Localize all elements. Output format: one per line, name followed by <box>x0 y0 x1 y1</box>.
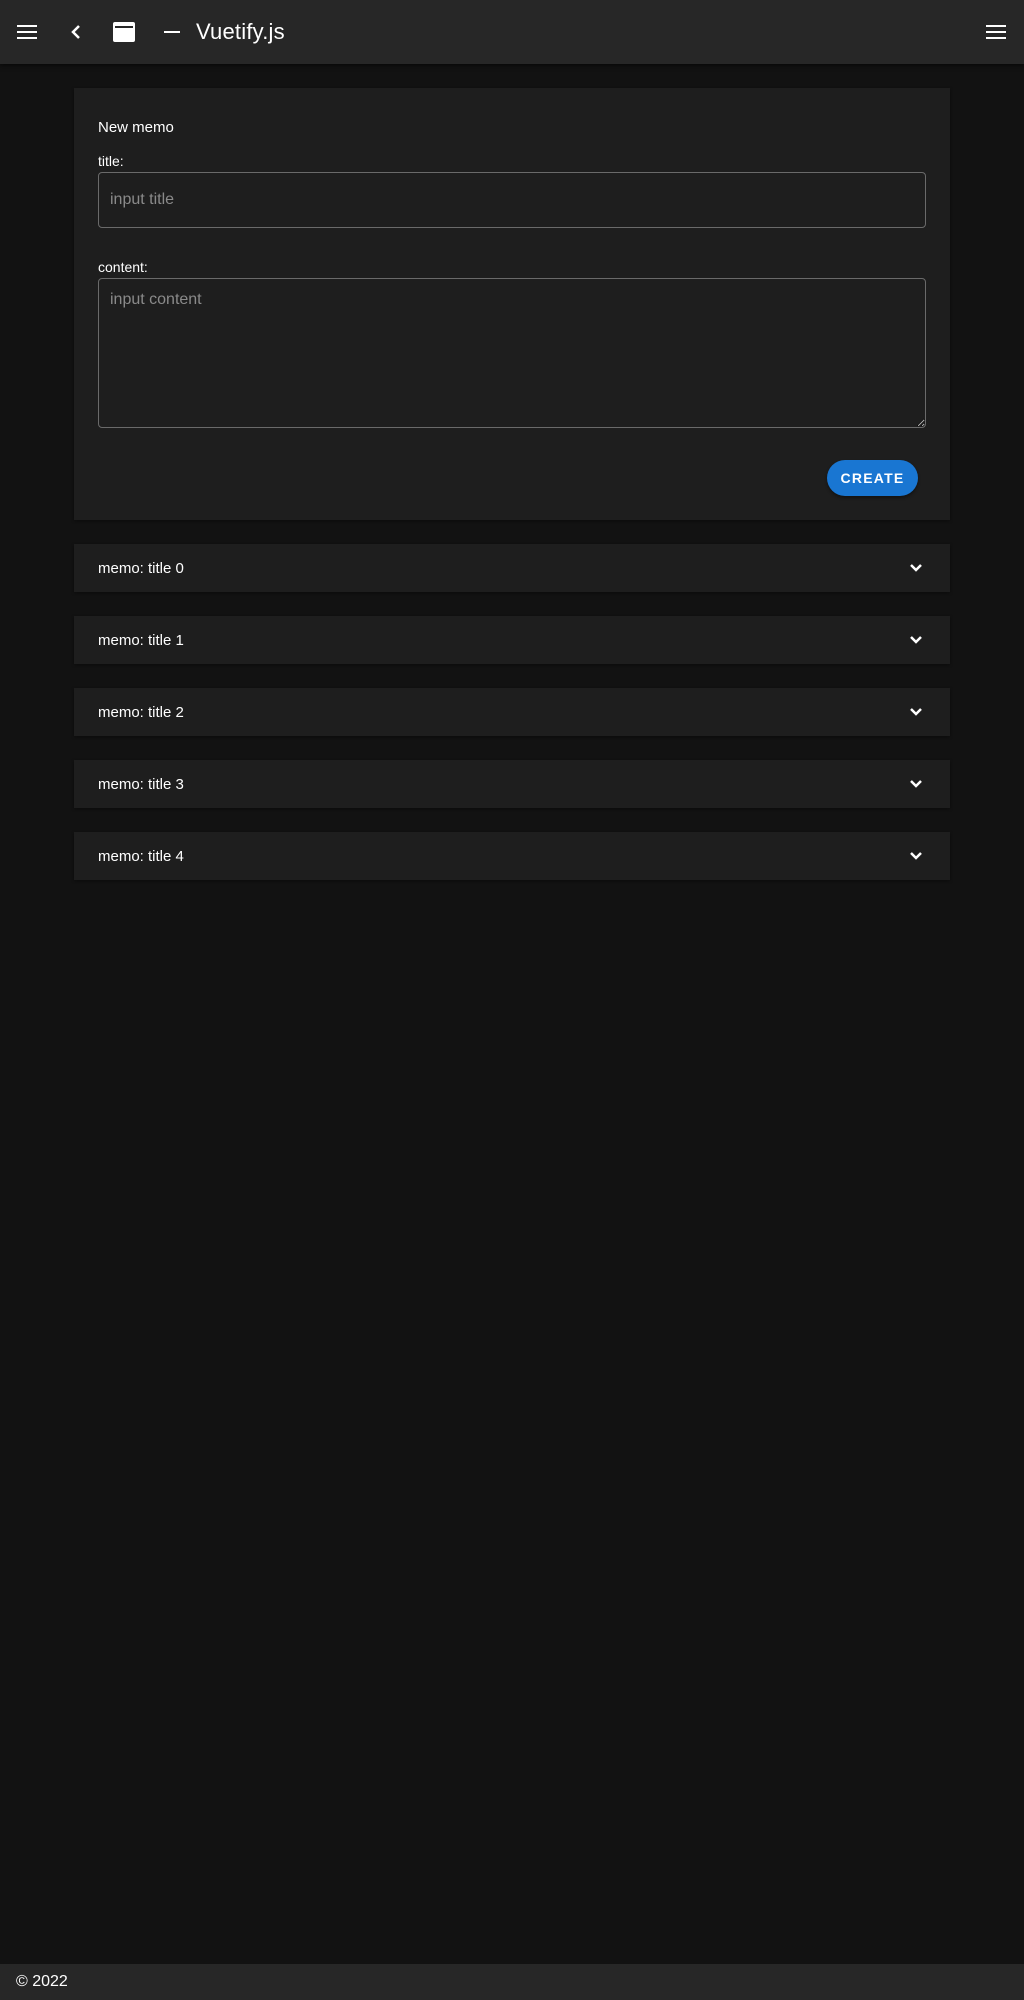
content-textarea[interactable] <box>98 278 926 428</box>
footer: © 2022 <box>0 1964 1024 2000</box>
chevron-down-icon[interactable] <box>906 630 926 650</box>
memo-item[interactable]: memo: title 1 <box>74 616 950 664</box>
content-label: content: <box>98 259 148 275</box>
memo-item[interactable]: memo: title 2 <box>74 688 950 736</box>
app-bar: Vuetify.js <box>0 0 1024 64</box>
chevron-down-icon[interactable] <box>906 774 926 794</box>
chevron-down-icon[interactable] <box>906 558 926 578</box>
memo-title: memo: title 0 <box>98 559 184 577</box>
title-label: title: <box>98 153 124 169</box>
minus-icon[interactable] <box>156 16 188 48</box>
menu-icon[interactable] <box>12 16 44 48</box>
chevron-left-icon[interactable] <box>60 16 92 48</box>
memo-title: memo: title 2 <box>98 703 184 721</box>
web-asset-icon[interactable] <box>108 16 140 48</box>
copyright-text: © 2022 <box>16 1973 68 1990</box>
new-memo-card: New memo title: content: CREATE <box>74 88 950 520</box>
chevron-down-icon[interactable] <box>906 702 926 722</box>
app-title: Vuetify.js <box>196 19 285 44</box>
memo-title: memo: title 4 <box>98 847 184 865</box>
memo-list: memo: title 0 memo: title 1 memo: title … <box>74 544 950 880</box>
menu-icon[interactable] <box>980 16 1012 48</box>
chevron-down-icon[interactable] <box>906 846 926 866</box>
memo-item[interactable]: memo: title 0 <box>74 544 950 592</box>
create-button[interactable]: CREATE <box>827 460 918 496</box>
main-content: New memo title: content: CREATE memo: ti… <box>74 88 950 904</box>
card-title: New memo <box>98 119 174 136</box>
memo-title: memo: title 3 <box>98 775 184 793</box>
memo-item[interactable]: memo: title 3 <box>74 760 950 808</box>
memo-item[interactable]: memo: title 4 <box>74 832 950 880</box>
title-input[interactable] <box>98 172 926 228</box>
memo-title: memo: title 1 <box>98 631 184 649</box>
